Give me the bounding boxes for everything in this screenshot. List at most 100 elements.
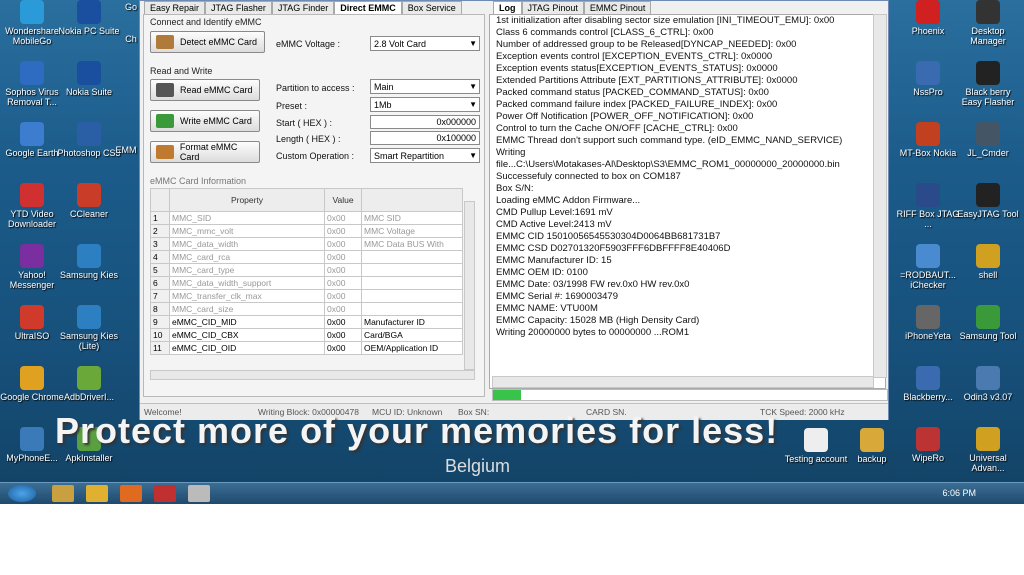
desktop-icon[interactable]: CCleaner <box>57 183 121 219</box>
write-emmc-button[interactable]: Write eMMC Card <box>150 110 260 132</box>
app-icon <box>976 0 1000 24</box>
read-emmc-button[interactable]: Read eMMC Card <box>150 79 260 101</box>
table-row[interactable]: 9 eMMC_CID_MID 0x00 Manufacturer ID <box>150 315 463 329</box>
desktop-icon[interactable]: Testing account <box>784 428 848 464</box>
voltage-select[interactable]: 2.8 Volt Card ▼ <box>370 36 480 51</box>
desktop-icon[interactable]: Black berry Easy Flasher <box>956 61 1020 107</box>
row-index: 11 <box>150 341 170 355</box>
table-row[interactable]: 1 MMC_SID 0x00 MMC SID <box>150 211 463 225</box>
start-input[interactable]: 0x000000 <box>370 115 480 129</box>
desktop-icon[interactable]: Phoenix <box>896 0 960 36</box>
desktop-icon[interactable]: Odin3 v3.07 <box>956 366 1020 402</box>
table-row[interactable]: 3 MMC_data_width 0x00 MMC Data BUS With <box>150 237 463 251</box>
log-vscrollbar[interactable] <box>873 14 887 378</box>
desktop-icon[interactable]: Samsung Kies <box>57 244 121 280</box>
desktop-icon[interactable]: Nokia Suite <box>57 61 121 97</box>
desktop-icon[interactable]: Photoshop CS3 <box>57 122 121 158</box>
desktop-icon-partial[interactable]: Ch <box>122 34 140 44</box>
tab-log[interactable]: Log <box>493 1 522 15</box>
chrome-taskbar-icon[interactable] <box>86 485 108 502</box>
start-button[interactable] <box>8 485 36 502</box>
desktop-icon[interactable]: iPhoneYeta <box>896 305 960 341</box>
tab-easy-repair[interactable]: Easy Repair <box>144 1 206 14</box>
partition-select[interactable]: Main ▼ <box>370 79 480 94</box>
desktop-icon[interactable]: Sophos Virus Removal T... <box>0 61 64 107</box>
desktop-icon-label: Wondershare MobileGo <box>5 26 59 46</box>
table-row[interactable]: 10 eMMC_CID_CBX 0x00 Card/BGA <box>150 328 463 342</box>
firefox-taskbar-icon[interactable] <box>120 485 142 502</box>
format-emmc-button[interactable]: Format eMMC Card <box>150 141 260 163</box>
app-icon <box>916 244 940 268</box>
tab-jtag-finder[interactable]: JTAG Finder <box>271 1 335 14</box>
app-icon <box>976 122 1000 146</box>
desktop-icon[interactable]: JL_Cmder <box>956 122 1020 158</box>
table-row[interactable]: 4 MMC_card_rca 0x00 <box>150 250 463 264</box>
col-property[interactable]: Property <box>169 188 325 212</box>
desktop-icon-label: YTD Video Downloader <box>7 209 57 229</box>
desktop-icon[interactable]: shell <box>956 244 1020 280</box>
desktop-icon-partial[interactable]: Go <box>122 2 140 12</box>
desktop-icon-label: Desktop Manager <box>970 26 1006 46</box>
taskbar: 6:06 PM <box>0 482 1024 504</box>
desktop-icon[interactable]: NssPro <box>896 61 960 97</box>
desktop-icon[interactable]: YTD Video Downloader <box>0 183 64 229</box>
custom-operation-select[interactable]: Smart Repartition ▼ <box>370 148 480 163</box>
desktop-icon[interactable]: MT-Box Nokia <box>896 122 960 158</box>
desktop-icon[interactable]: Wondershare MobileGo <box>0 0 64 46</box>
table-row[interactable]: 5 MMC_card_type 0x00 <box>150 263 463 277</box>
property-cell: eMMC_CID_CBX <box>169 328 325 342</box>
table-row[interactable]: 8 MMC_card_size 0x00 <box>150 302 463 316</box>
table-row[interactable]: 2 MMC_mmc_volt 0x00 MMC Voltage <box>150 224 463 238</box>
tab-jtag-flasher[interactable]: JTAG Flasher <box>205 1 272 14</box>
desktop-icon-label: MT-Box Nokia <box>899 148 957 158</box>
desktop-icon[interactable]: AdbDriverI... <box>57 366 121 402</box>
start-label: Start ( HEX ) : <box>276 118 333 128</box>
tab-jtag-pinout[interactable]: JTAG Pinout <box>521 1 584 14</box>
emmc-info-table: Property Value 1 MMC_SID 0x00 MMC SID 2 MMC_m… <box>150 188 463 355</box>
detect-emmc-button[interactable]: Detect eMMC Card <box>150 31 265 53</box>
desktop-icon[interactable]: Universal Advan... <box>956 427 1020 473</box>
length-input[interactable]: 0x100000 <box>370 131 480 145</box>
card-reader-icon <box>156 83 174 97</box>
tool-taskbar-icon[interactable] <box>188 485 210 502</box>
table-vscrollbar[interactable] <box>464 201 475 370</box>
app-icon <box>976 244 1000 268</box>
desktop-icon[interactable]: RIFF Box JTAG ... <box>896 183 960 229</box>
desktop-icon[interactable]: Samsung Tool <box>956 305 1020 341</box>
table-row[interactable]: 11 eMMC_CID_OID 0x00 OEM/Application ID <box>150 341 463 355</box>
desktop-icon[interactable]: Google Chrome <box>0 366 64 402</box>
desktop-icon[interactable]: UltraISO <box>0 305 64 341</box>
desktop-icon[interactable]: Blackberry... <box>896 366 960 402</box>
app-icon <box>916 61 940 85</box>
desktop-icon[interactable]: WipeRo <box>896 427 960 463</box>
tab-direct-emmc[interactable]: Direct EMMC <box>334 1 402 15</box>
desktop-icon[interactable]: Yahoo! Messenger <box>0 244 64 290</box>
table-hscrollbar[interactable] <box>150 370 475 380</box>
explorer-taskbar-icon[interactable] <box>52 485 74 502</box>
desktop-icon[interactable]: =RODBAUT... iChecker <box>896 244 960 290</box>
table-row[interactable]: 6 MMC_data_width_support 0x00 <box>150 276 463 290</box>
log-line: Loading eMMC Addon Firmware... <box>496 195 641 206</box>
description-cell: Card/BGA <box>361 328 463 342</box>
desktop-icon-partial[interactable]: EMM <box>113 145 139 155</box>
col-value[interactable]: Value <box>324 188 362 212</box>
desktop-icon[interactable]: Desktop Manager <box>956 0 1020 46</box>
desktop-icon[interactable]: Nokia PC Suite <box>57 0 121 36</box>
description-cell: Manufacturer ID <box>361 315 463 329</box>
property-cell: MMC_card_size <box>169 302 325 316</box>
tab-emmc-pinout[interactable]: EMMC Pinout <box>583 1 652 14</box>
app-taskbar-icon[interactable] <box>154 485 176 502</box>
desktop-icon[interactable]: Samsung Kies (Lite) <box>57 305 121 351</box>
preset-select[interactable]: 1Mb ▼ <box>370 97 480 112</box>
log-line: Power Off Notification [POWER_OFF_NOTIFI… <box>496 111 754 122</box>
desktop-icon[interactable]: Google Earth <box>0 122 64 158</box>
col-desc[interactable] <box>361 188 463 212</box>
log-hscrollbar[interactable] <box>492 376 874 388</box>
clock[interactable]: 6:06 PM <box>942 488 976 498</box>
value-cell: 0x00 <box>324 250 362 264</box>
desktop-icon[interactable]: backup <box>840 428 904 464</box>
desktop-icon-label: Blackberry... <box>903 392 953 402</box>
desktop-icon[interactable]: EasyJTAG Tool <box>956 183 1020 219</box>
table-row[interactable]: 7 MMC_transfer_clk_max 0x00 <box>150 289 463 303</box>
tab-box-service[interactable]: Box Service <box>401 1 462 14</box>
